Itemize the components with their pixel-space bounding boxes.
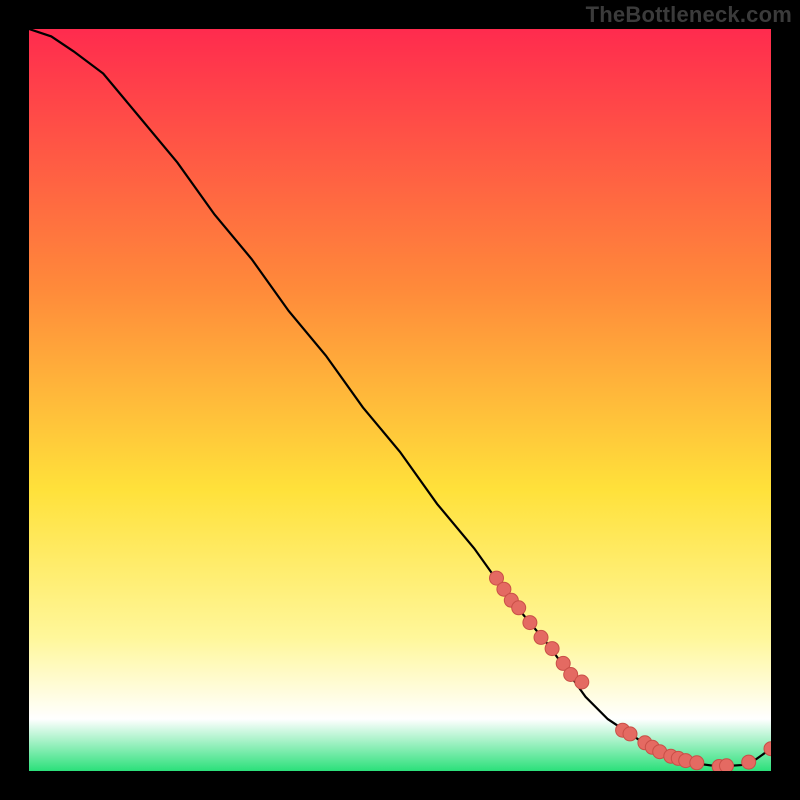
- chart-svg: [29, 29, 771, 771]
- marker-point: [545, 642, 559, 656]
- gradient-background: [29, 29, 771, 771]
- marker-point: [512, 601, 526, 615]
- marker-point: [623, 727, 637, 741]
- marker-point: [523, 616, 537, 630]
- marker-point: [742, 755, 756, 769]
- marker-point: [690, 756, 704, 770]
- marker-point: [720, 759, 734, 771]
- marker-point: [534, 630, 548, 644]
- chart-stage: TheBottleneck.com: [0, 0, 800, 800]
- plot-area: [29, 29, 771, 771]
- watermark-text: TheBottleneck.com: [586, 2, 792, 28]
- marker-point: [575, 675, 589, 689]
